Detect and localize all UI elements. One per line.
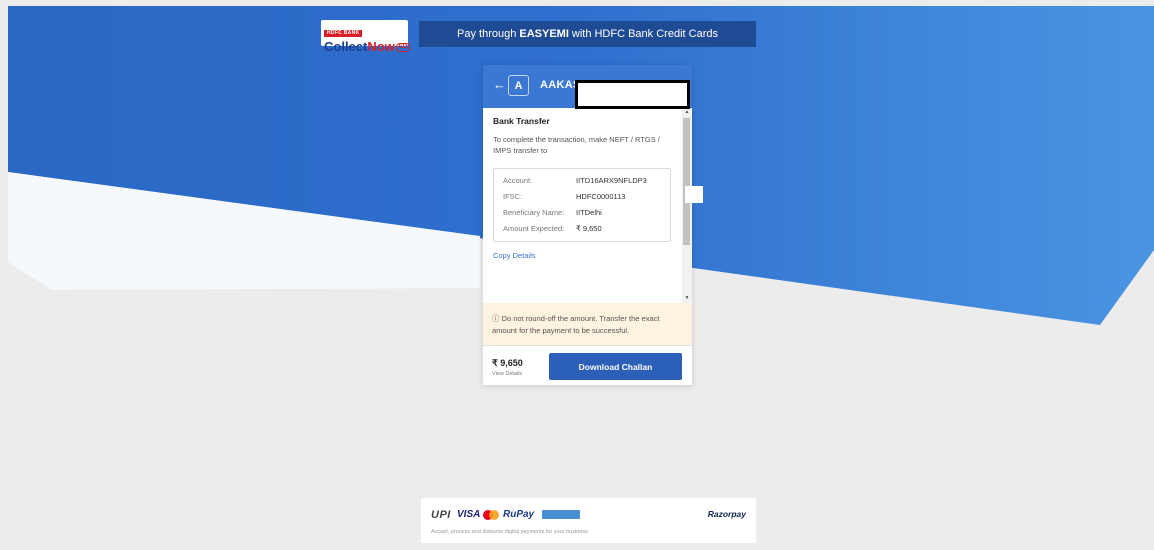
collectnow-logo: HDFC BANK CollectNow ED bbox=[321, 20, 411, 54]
mastercard-logo-icon bbox=[483, 510, 499, 520]
ifsc-row: IFSC: HDFC0000113 bbox=[503, 192, 625, 201]
logo-brand-accent: Now bbox=[367, 39, 395, 54]
scroll-down-arrow-icon[interactable]: ▼ bbox=[682, 295, 692, 302]
logo-badge: ED bbox=[395, 43, 411, 53]
payments-tagline: Accept, process and disburse digital pay… bbox=[431, 529, 590, 535]
checkout-card: ← A AAKAS Bank Transfer To complete the … bbox=[483, 65, 692, 385]
visa-logo: VISA bbox=[457, 509, 481, 520]
amount-label: Amount Expected: bbox=[503, 224, 565, 233]
payment-methods-footer: UPI VISA RuPay Razorpay Accept, process … bbox=[421, 498, 756, 543]
bank-transfer-panel: Bank Transfer To complete the transactio… bbox=[483, 108, 681, 303]
transfer-instructions: To complete the transaction, make NEFT /… bbox=[493, 135, 660, 155]
beneficiary-value: IITDelhi bbox=[576, 208, 602, 217]
account-row: Account: IITD16ARX9NFLDP3 bbox=[503, 176, 647, 185]
account-label: Account: bbox=[503, 176, 533, 185]
ifsc-value: HDFC0000113 bbox=[576, 192, 626, 201]
easyemi-banner[interactable]: Pay through EASYEMI with HDFC Bank Credi… bbox=[419, 21, 756, 47]
download-challan-button[interactable]: Download Challan bbox=[549, 353, 682, 380]
amount-row: Amount Expected: ₹ 9,650 bbox=[503, 224, 602, 233]
footer-amount: ₹ 9,650 bbox=[492, 358, 523, 368]
scrollbar[interactable]: ▲ ▼ bbox=[682, 108, 692, 303]
redaction-box bbox=[575, 80, 690, 109]
scrollbar-thumb[interactable] bbox=[683, 118, 690, 245]
collectnow-wordmark: CollectNow ED bbox=[324, 39, 411, 54]
beneficiary-row: Beneficiary Name: IITDelhi bbox=[503, 208, 602, 217]
emi-banner-suffix: with HDFC Bank Credit Cards bbox=[571, 28, 718, 40]
redaction-patch bbox=[685, 186, 703, 203]
upi-logo: UPI bbox=[431, 509, 451, 521]
ifsc-label: IFSC: bbox=[503, 192, 523, 201]
beneficiary-label: Beneficiary Name: bbox=[503, 208, 565, 217]
razorpay-logo: Razorpay bbox=[707, 509, 746, 519]
back-arrow-icon[interactable]: ← bbox=[493, 77, 506, 92]
emi-banner-highlight: EASYEMI bbox=[519, 28, 569, 40]
rupay-logo: RuPay bbox=[503, 509, 535, 520]
emi-banner-prefix: Pay through bbox=[457, 28, 517, 40]
hdfc-bank-label: HDFC BANK bbox=[324, 30, 363, 37]
logo-brand-main: Collect bbox=[324, 39, 368, 54]
checkout-footer: ₹ 9,650 View Details Download Challan bbox=[483, 345, 692, 385]
view-details-link[interactable]: View Details bbox=[492, 371, 522, 377]
netbanking-logo-icon bbox=[542, 510, 580, 519]
copy-details-link[interactable]: Copy Details bbox=[493, 251, 536, 260]
account-details-box: Account: IITD16ARX9NFLDP3 IFSC: HDFC0000… bbox=[493, 168, 671, 242]
exact-amount-notice: ⓘ Do not round-off the amount. Transfer … bbox=[483, 303, 692, 345]
account-value: IITD16ARX9NFLDP3 bbox=[576, 176, 647, 185]
bank-transfer-title: Bank Transfer bbox=[493, 116, 550, 126]
merchant-avatar: A bbox=[508, 75, 529, 96]
scroll-up-arrow-icon[interactable]: ▲ bbox=[682, 109, 692, 116]
amount-value: ₹ 9,650 bbox=[576, 224, 602, 233]
